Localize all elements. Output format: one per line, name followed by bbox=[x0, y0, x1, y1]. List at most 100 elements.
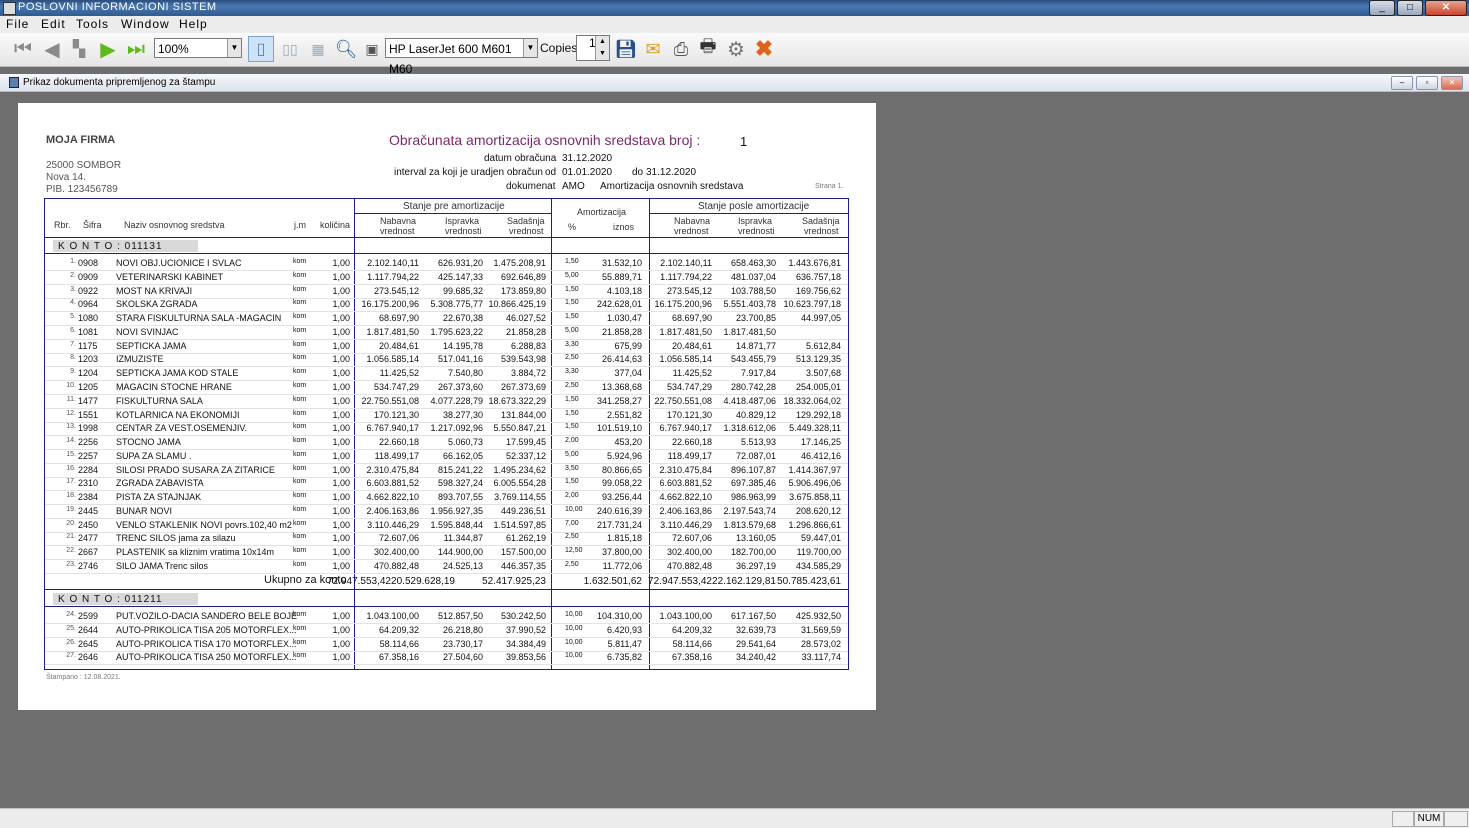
menu-help[interactable]: Help bbox=[179, 17, 208, 31]
cell-rb: 24. bbox=[66, 611, 76, 618]
col-rbr: Rbr. bbox=[54, 220, 71, 230]
cell-izn: 99.058,22 bbox=[601, 478, 642, 489]
cell-pisp: 32.639,73 bbox=[735, 624, 776, 635]
settings-gear-icon[interactable]: ⚙ bbox=[723, 37, 749, 61]
cell-kol: 1,00 bbox=[332, 547, 350, 558]
cell-izn: 13.368,68 bbox=[601, 381, 642, 392]
menu-window[interactable]: Window bbox=[121, 17, 170, 31]
printer-select[interactable]: HP LaserJet 600 M601 M60 ▼ bbox=[385, 38, 538, 76]
cell-isp: 517.041,16 bbox=[437, 354, 483, 365]
cell-nab: 302.400,00 bbox=[373, 547, 419, 558]
cell-sf: 0964 bbox=[78, 299, 99, 310]
cell-pnab: 4.662.822,10 bbox=[659, 492, 712, 503]
menu-file[interactable]: File bbox=[6, 17, 29, 31]
col-p-sadasnja-2: vrednost bbox=[804, 226, 839, 236]
cell-jm: kom bbox=[293, 478, 307, 486]
cell-psad: 513.129,35 bbox=[795, 354, 841, 365]
menu-bar: File Edit Tools Window Help bbox=[0, 16, 1469, 33]
cell-izn: 101.519,10 bbox=[596, 423, 642, 434]
doc-close-button[interactable]: ✕ bbox=[1441, 76, 1463, 90]
cell-pisp: 5.513,93 bbox=[740, 437, 776, 447]
cell-nab: 16.175.200,96 bbox=[361, 299, 419, 310]
cell-pct: 2,50 bbox=[565, 560, 579, 568]
num-lock-indicator: NUM bbox=[1414, 811, 1444, 827]
cell-nab: 22.750.551,08 bbox=[361, 395, 419, 406]
cell-pct: 1,50 bbox=[565, 285, 579, 293]
cell-pct: 5,00 bbox=[565, 326, 579, 334]
cell-nab: 170.121,30 bbox=[373, 409, 419, 420]
cell-pnab: 302.400,00 bbox=[666, 547, 712, 558]
cell-psad: 208.620,12 bbox=[795, 505, 841, 516]
first-page-icon[interactable]: ⏮ bbox=[9, 37, 37, 61]
cell-psad: 3.675.858,11 bbox=[789, 492, 841, 503]
cell-pnab: 58.114,66 bbox=[672, 638, 712, 649]
stepper-arrows-icon[interactable]: ▲ ▼ bbox=[595, 36, 609, 60]
email-icon[interactable]: ✉ bbox=[640, 37, 666, 61]
cell-kol: 1,00 bbox=[332, 395, 350, 406]
print-setup-icon[interactable]: ⎙ bbox=[668, 37, 694, 61]
cell-sad: 39.853,56 bbox=[505, 652, 546, 663]
group-posle: Stanje posle amortizacije bbox=[698, 201, 810, 212]
cell-nab: 534.747,29 bbox=[373, 381, 419, 392]
page-zoom-icon[interactable]: ▣ bbox=[360, 37, 384, 61]
cell-pct: 2,50 bbox=[565, 381, 579, 389]
single-page-icon[interactable]: ▯ bbox=[248, 36, 274, 62]
save-icon[interactable]: 💾︎ bbox=[613, 37, 639, 61]
cell-pisp: 543.455,79 bbox=[730, 354, 776, 365]
cell-sad: 446.357,35 bbox=[500, 560, 546, 571]
cell-nz: VENLO STAKLENIK NOVI povrs.102,40 m2 bbox=[116, 519, 292, 530]
cell-jm: kom bbox=[293, 340, 307, 348]
print-icon[interactable]: 🖶︎ bbox=[695, 36, 721, 61]
cell-pisp: 23.700,85 bbox=[735, 313, 776, 324]
cell-pisp: 896.107,87 bbox=[730, 464, 776, 475]
cell-psad: 44.997,05 bbox=[800, 313, 841, 324]
cell-kol: 1,00 bbox=[332, 464, 350, 475]
doc-restore-button[interactable]: ▫ bbox=[1416, 76, 1438, 90]
cell-kol: 1,00 bbox=[332, 450, 350, 461]
cell-isp: 11.344,87 bbox=[443, 533, 483, 544]
two-pages-icon[interactable]: ▯▯ bbox=[277, 37, 303, 61]
previous-page-icon[interactable]: ◀ bbox=[38, 37, 66, 61]
zoom-select[interactable]: 100% ▼ bbox=[154, 38, 242, 58]
cell-izn: 6.735,82 bbox=[606, 652, 642, 663]
cell-nz: KOTLARNICA NA EKONOMIJI bbox=[116, 409, 240, 420]
cell-pnab: 470.882,48 bbox=[666, 560, 712, 571]
zoom-search-icon[interactable]: 🔍︎ bbox=[333, 37, 359, 61]
close-button[interactable]: ✕ bbox=[1425, 0, 1467, 16]
cell-pisp: 5.551.403,78 bbox=[723, 299, 776, 310]
cell-sad: 6.288,83 bbox=[510, 340, 546, 351]
cell-pct: 3,50 bbox=[565, 464, 579, 472]
cell-pnab: 6.603.881,52 bbox=[659, 478, 712, 489]
cell-sf: 1477 bbox=[78, 395, 99, 406]
toolbar: ⏮ ◀ ▚ ▶ ⏭ 100% ▼ ▯ ▯▯ ▦ 🔍︎ ▣ HP LaserJet… bbox=[0, 33, 1469, 76]
cell-sf: 2667 bbox=[78, 547, 99, 558]
cell-rb: 7. bbox=[70, 340, 76, 348]
cell-sf: 1081 bbox=[78, 326, 99, 337]
menu-edit[interactable]: Edit bbox=[41, 17, 66, 31]
next-page-icon[interactable]: ▶ bbox=[94, 37, 122, 61]
cell-sad: 6.005.554,28 bbox=[493, 478, 546, 489]
chevron-down-icon[interactable]: ▼ bbox=[227, 39, 241, 57]
last-page-icon[interactable]: ⏭ bbox=[122, 37, 150, 61]
multi-pages-icon[interactable]: ▦ bbox=[305, 37, 331, 61]
cell-pct: 1,50 bbox=[565, 478, 579, 486]
minimize-button[interactable]: _ bbox=[1369, 0, 1395, 16]
cell-jm: kom bbox=[293, 395, 307, 403]
cell-kol: 1,00 bbox=[332, 652, 350, 663]
go-to-page-icon[interactable]: ▚ bbox=[66, 37, 92, 61]
cell-pnab: 2.406.163,86 bbox=[659, 505, 712, 516]
cell-isp: 23.730,17 bbox=[442, 638, 483, 649]
total-p-nabavna: 72.947.553,42 bbox=[648, 576, 712, 587]
cell-jm: kom bbox=[293, 464, 307, 472]
cell-pnab: 68.697,90 bbox=[671, 313, 712, 324]
copies-stepper[interactable]: 1 ▲ ▼ bbox=[576, 35, 610, 61]
cell-psad: 1.414.367,97 bbox=[788, 464, 841, 475]
chevron-down-icon[interactable]: ▼ bbox=[523, 39, 537, 57]
menu-tools[interactable]: Tools bbox=[76, 17, 109, 31]
cell-kol: 1,00 bbox=[332, 313, 350, 324]
doc-minimize-button[interactable]: – bbox=[1391, 76, 1413, 90]
cell-pnab: 22.750.551,08 bbox=[654, 395, 712, 406]
close-preview-icon[interactable]: ✖ bbox=[751, 36, 777, 61]
maximize-button[interactable]: □ bbox=[1397, 0, 1423, 16]
cell-kol: 1,00 bbox=[332, 285, 350, 296]
